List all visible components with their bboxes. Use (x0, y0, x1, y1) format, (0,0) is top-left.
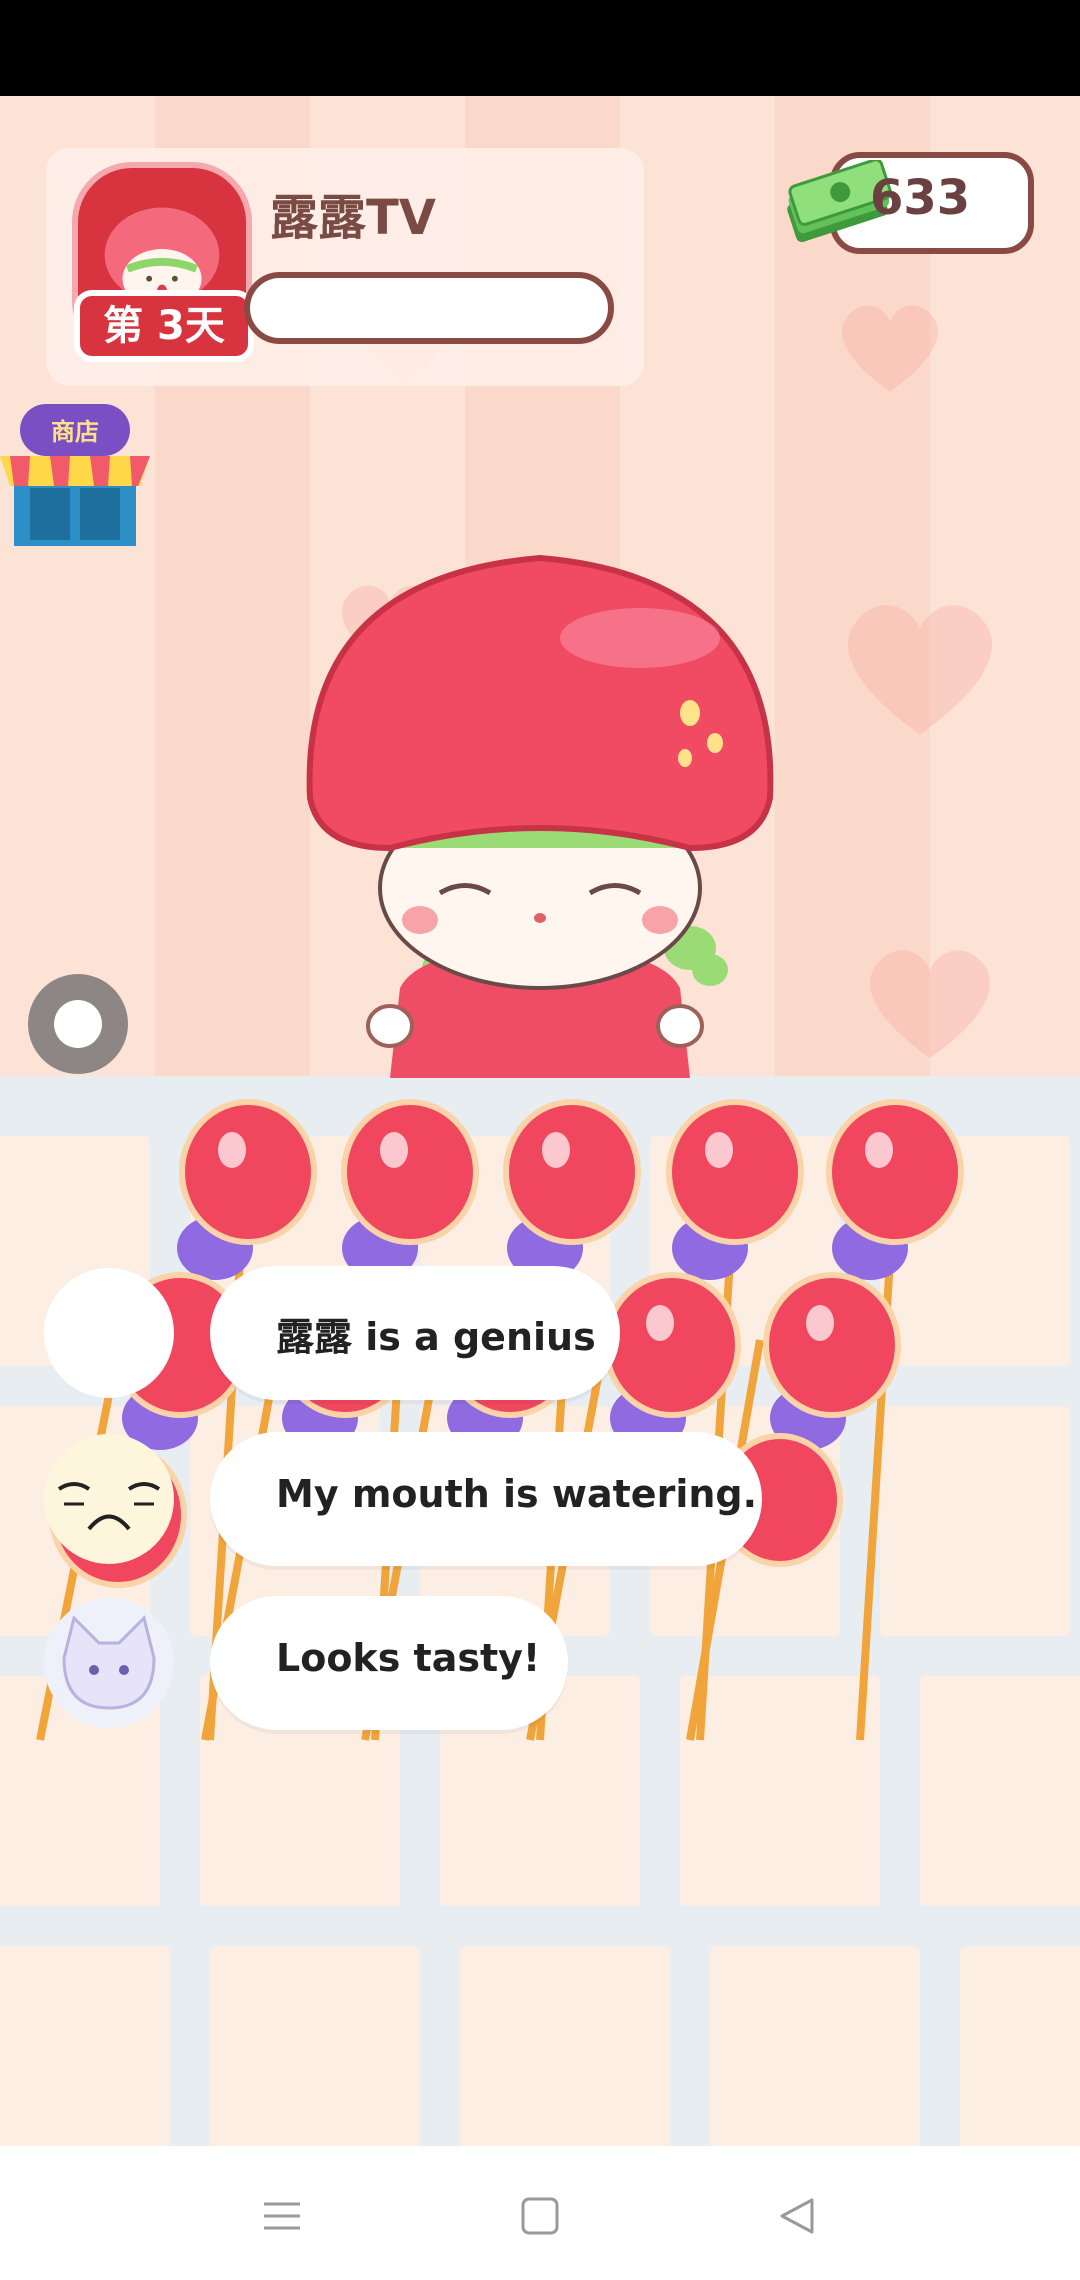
heart-decoration (842, 305, 938, 392)
comment-text: 露露 is a genius (276, 1315, 596, 1359)
commenter-avatar (44, 1268, 174, 1398)
heart-decoration (870, 950, 990, 1058)
shop-button[interactable]: 商店 (0, 396, 150, 548)
status-bar (0, 0, 1080, 96)
comment-text: Looks tasty! (276, 1636, 541, 1680)
grumpy-face-icon (57, 1482, 161, 1531)
menu-icon[interactable] (262, 2196, 302, 2236)
comment-bubble: Looks tasty! (210, 1596, 568, 1730)
comment-bubble: My mouth is watering. (210, 1432, 762, 1566)
money-value: 633 (870, 170, 971, 226)
back-triangle-icon[interactable] (776, 2196, 816, 2236)
progress-bar (244, 272, 614, 344)
commenter-avatar (44, 1598, 174, 1728)
cat-face-icon (62, 1615, 156, 1710)
heart-decoration (848, 605, 992, 735)
channel-name: 露露TV (270, 190, 436, 246)
day-badge: 第 3天 (74, 290, 254, 362)
streamer-character (306, 554, 774, 1078)
home-square-icon[interactable] (520, 2196, 560, 2236)
comment-bubble: 露露 is a genius (210, 1266, 620, 1400)
comment-text: My mouth is watering. (276, 1472, 758, 1516)
record-button[interactable] (28, 974, 128, 1074)
shop-label: 商店 (51, 418, 99, 446)
commenter-avatar (44, 1434, 174, 1564)
